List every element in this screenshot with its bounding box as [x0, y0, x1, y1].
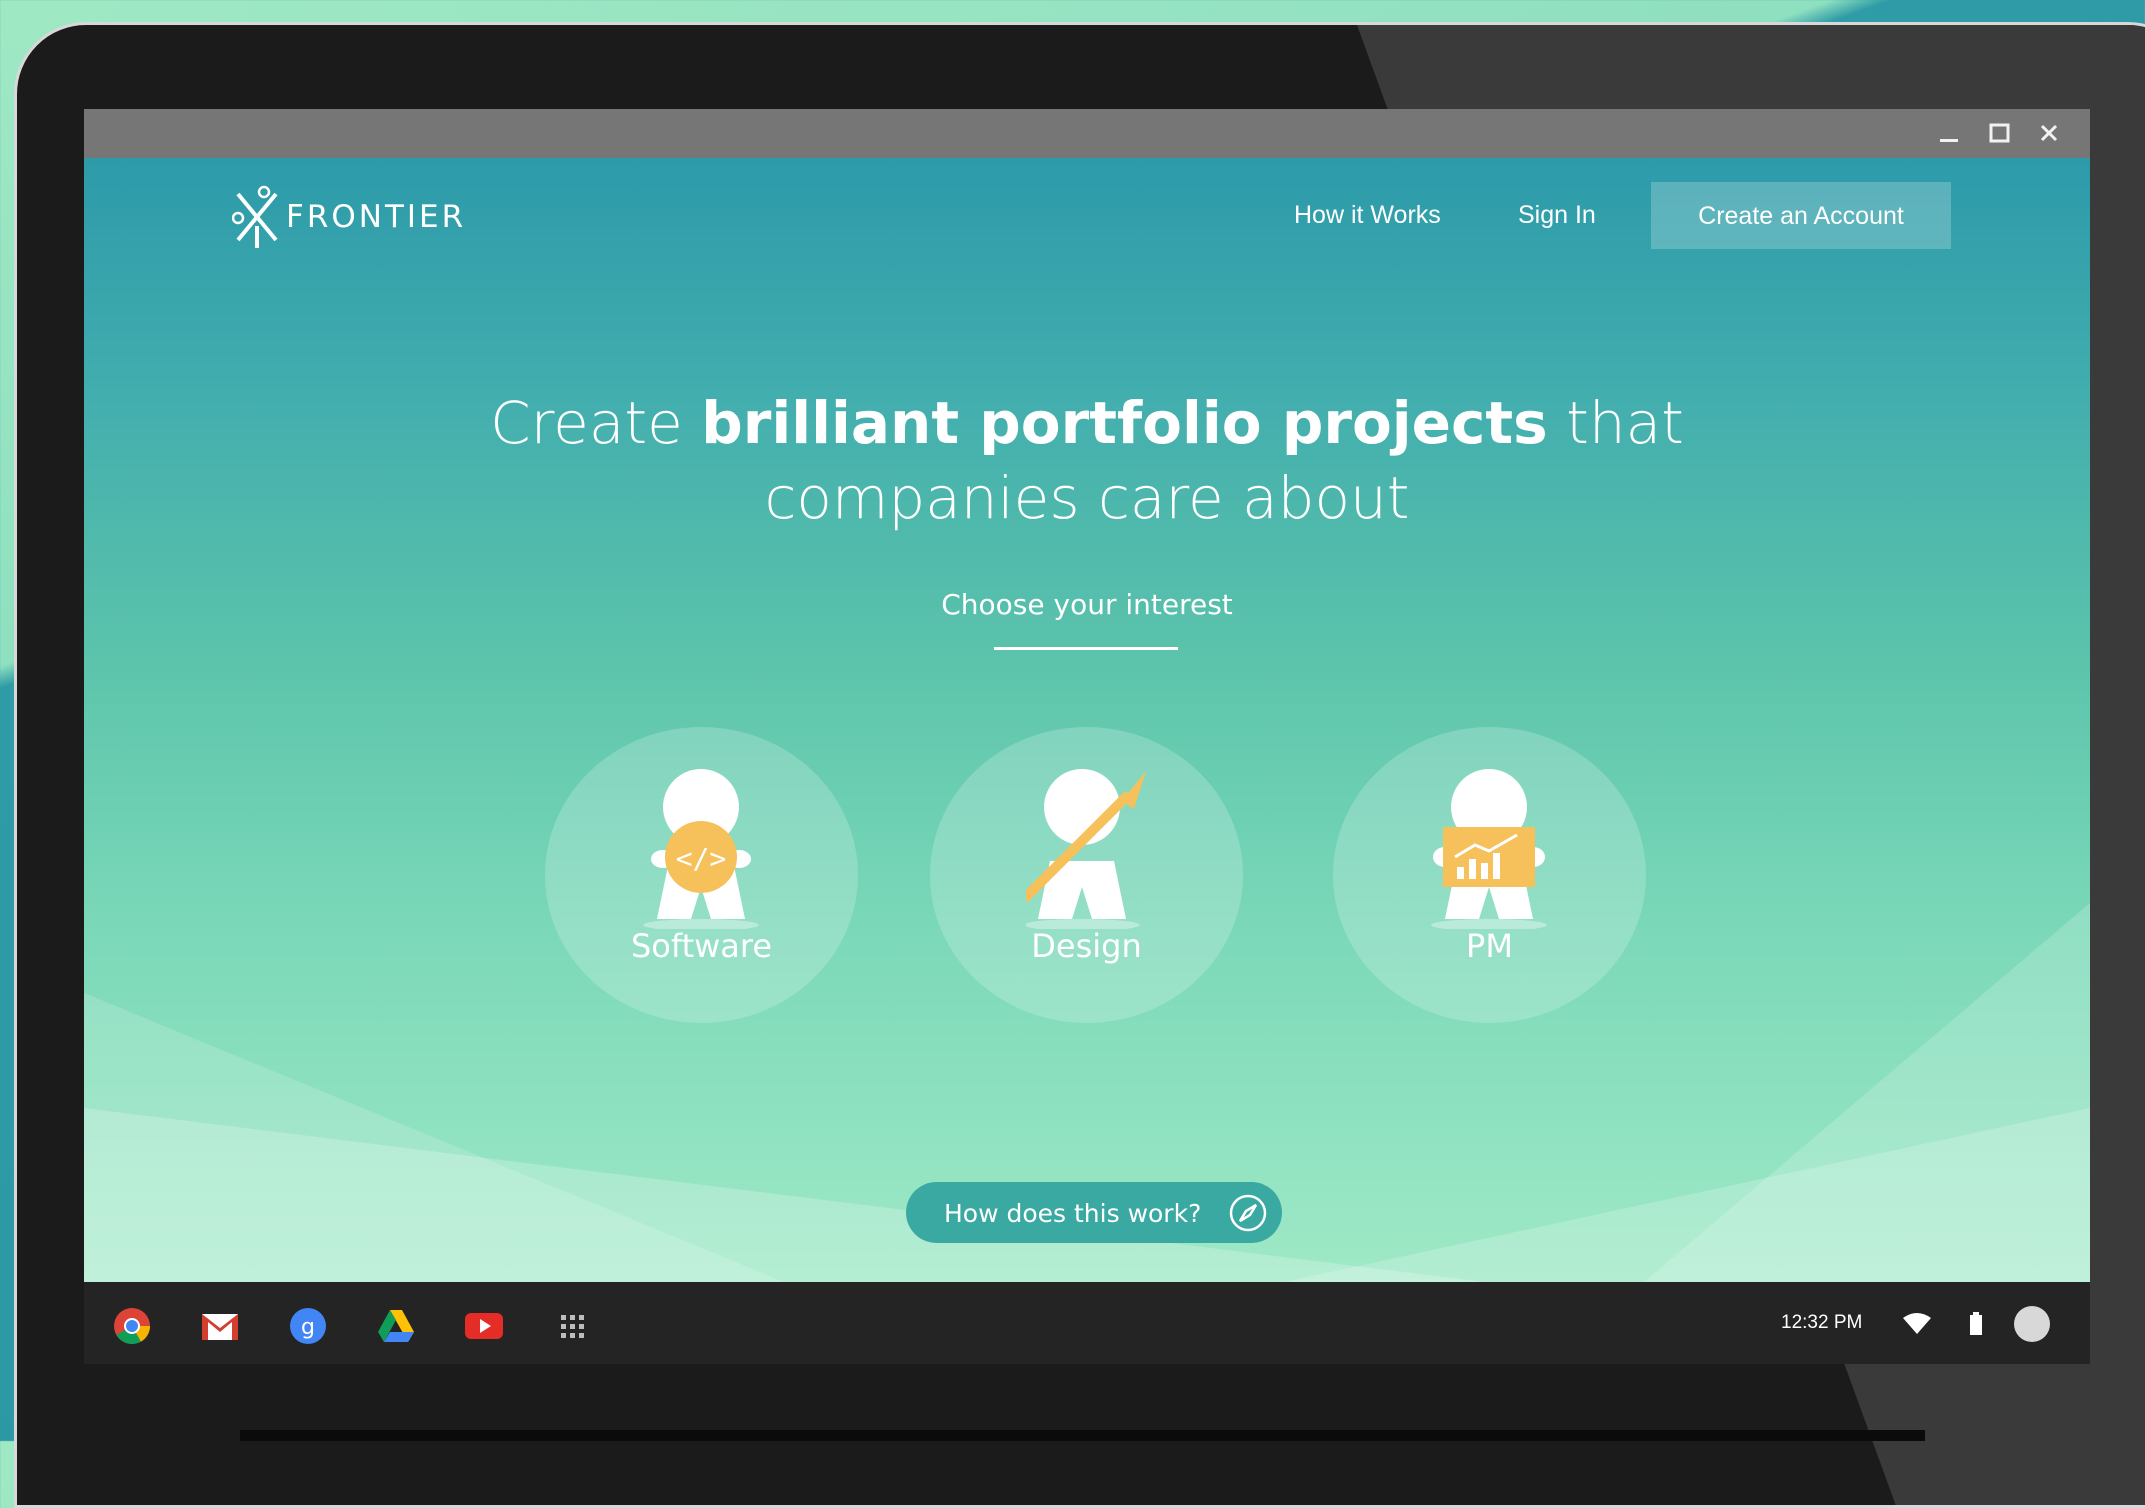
hero-text-pre: Create: [490, 389, 683, 457]
create-account-button[interactable]: Create an Account: [1651, 182, 1951, 249]
interest-software[interactable]: </> Software: [545, 727, 858, 1023]
drive-icon[interactable]: [376, 1306, 416, 1346]
interest-design[interactable]: Design: [930, 727, 1243, 1023]
logo-text: FRONTIER: [286, 199, 467, 235]
paintbrush-icon: [1026, 769, 1146, 929]
laptop-hinge: [240, 1430, 1925, 1441]
app-launcher-icon[interactable]: [552, 1306, 592, 1346]
background-shapes: [84, 903, 2090, 1282]
svg-text:g: g: [301, 1315, 315, 1340]
hero-text-bold: brilliant portfolio projects: [701, 389, 1548, 457]
interest-label-software: Software: [630, 927, 773, 965]
wifi-icon[interactable]: [1900, 1306, 1934, 1340]
account-avatar[interactable]: [2012, 1306, 2052, 1346]
how-button-label: How does this work?: [944, 1199, 1202, 1228]
google-plus-icon[interactable]: g: [288, 1306, 328, 1346]
battery-icon[interactable]: [1964, 1306, 1988, 1340]
nav-how-it-works[interactable]: How it Works: [1294, 201, 1441, 230]
chart-board-icon: [1431, 769, 1547, 929]
compass-icon: [1229, 1194, 1267, 1232]
choose-interest-heading: Choose your interest: [941, 588, 1233, 621]
minimize-icon[interactable]: [1932, 119, 1966, 149]
hero-text-line2: companies care about: [764, 464, 1410, 532]
laptop-screen: FRONTIER How it Works Sign In Create an …: [84, 109, 2090, 1364]
os-shelf: g 12:32 PM: [84, 1282, 2090, 1364]
svg-text:</>: </>: [676, 842, 727, 875]
interest-label-pm: PM: [1466, 927, 1513, 965]
web-page: FRONTIER How it Works Sign In Create an …: [84, 158, 2090, 1282]
system-clock[interactable]: 12:32 PM: [1781, 1312, 1862, 1334]
frontier-logo[interactable]: FRONTIER: [232, 184, 466, 250]
window-titlebar: [84, 109, 2090, 158]
youtube-icon[interactable]: [464, 1306, 504, 1346]
code-badge-icon: </>: [643, 769, 759, 929]
hero-text-post: that: [1566, 389, 1684, 457]
logo-mark-icon: [232, 185, 278, 248]
interest-label-design: Design: [1031, 927, 1142, 965]
maximize-icon[interactable]: [1982, 119, 2016, 149]
close-icon[interactable]: [2032, 119, 2066, 149]
nav-sign-in[interactable]: Sign In: [1518, 201, 1596, 230]
gmail-icon[interactable]: [200, 1306, 240, 1346]
how-does-this-work-button[interactable]: How does this work?: [906, 1182, 1282, 1243]
hero-headline: Create brilliant portfolio projects that…: [84, 386, 2090, 536]
interest-pm[interactable]: PM: [1333, 727, 1646, 1023]
chrome-icon[interactable]: [112, 1306, 152, 1346]
heading-underline: [994, 647, 1178, 650]
